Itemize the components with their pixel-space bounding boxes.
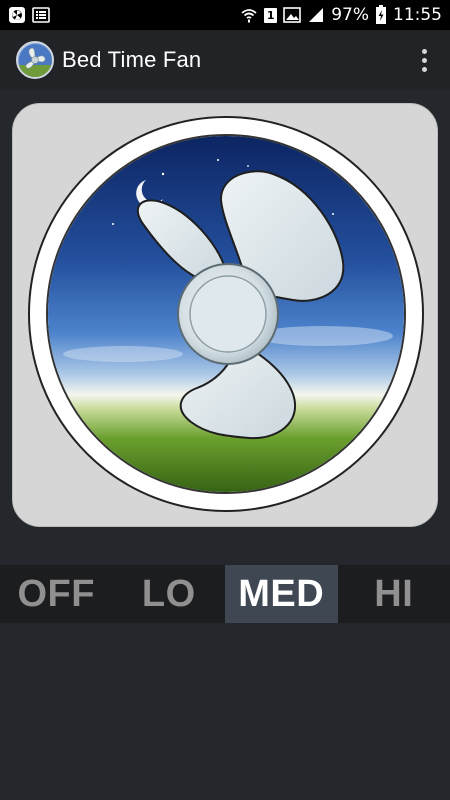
overflow-menu-icon[interactable] xyxy=(412,40,436,80)
app-title: Bed Time Fan xyxy=(62,47,202,72)
battery-percent: 97% xyxy=(331,5,369,25)
status-bar: 1 97% 11:55 xyxy=(0,0,450,30)
list-notification-icon xyxy=(32,6,50,24)
status-right: 1 97% 11:55 xyxy=(240,5,442,25)
fan-button[interactable] xyxy=(12,103,438,527)
speed-lo-button[interactable]: LO xyxy=(113,565,226,623)
signal-icon xyxy=(307,6,325,24)
speed-selector: OFF LO MED HI xyxy=(0,565,450,623)
wifi-icon xyxy=(240,6,258,24)
app-notification-icon xyxy=(8,6,26,24)
image-icon xyxy=(283,6,302,24)
speed-med-button[interactable]: MED xyxy=(225,565,338,623)
sim-icon: 1 xyxy=(264,7,278,23)
speed-off-button[interactable]: OFF xyxy=(0,565,113,623)
battery-icon xyxy=(375,5,387,25)
speed-hi-button[interactable]: HI xyxy=(338,565,450,623)
app-bar: Bed Time Fan xyxy=(0,30,450,90)
clock: 11:55 xyxy=(393,5,442,25)
fan-blades-icon xyxy=(28,116,424,512)
fan-logo-icon xyxy=(16,41,54,79)
status-left xyxy=(8,6,50,24)
